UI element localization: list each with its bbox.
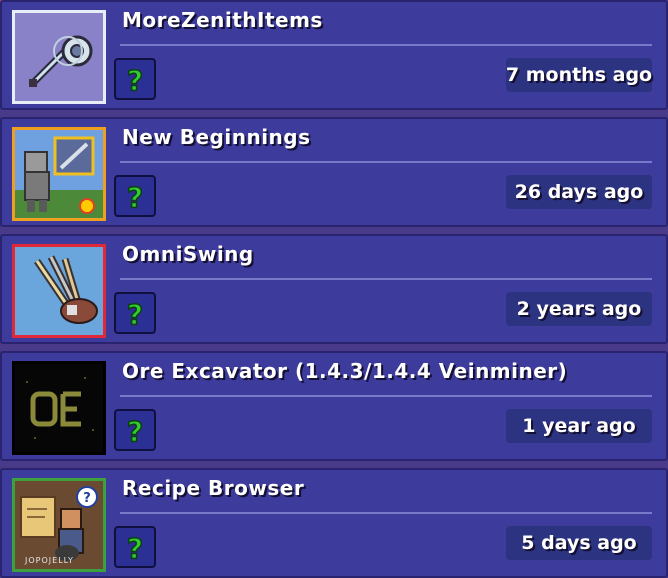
last-updated-label: 2 years ago	[506, 292, 652, 326]
question-mark-icon: ?	[126, 297, 144, 332]
mod-info-button[interactable]: ?	[114, 409, 156, 451]
recipe-guide-icon: ? JOPOJELLY	[12, 478, 106, 572]
mod-title: Recipe Browser	[122, 476, 305, 500]
last-updated-label: 7 months ago	[506, 58, 652, 92]
last-updated-label: 26 days ago	[506, 175, 652, 209]
zenith-sword-and-disc-icon	[12, 10, 106, 104]
armored-character-icon	[12, 127, 106, 221]
mod-info-button[interactable]: ?	[114, 58, 156, 100]
question-mark-icon: ?	[126, 414, 144, 449]
mod-row[interactable]: New Beginnings ? 26 days ago	[0, 117, 668, 227]
svg-text:?: ?	[127, 181, 143, 214]
mod-title: New Beginnings	[122, 125, 311, 149]
mod-title: MoreZenithItems	[122, 8, 323, 32]
last-updated-label: 5 days ago	[506, 526, 652, 560]
mod-title: OmniSwing	[122, 242, 254, 266]
oe-logo-icon	[12, 361, 106, 455]
mod-info-button[interactable]: ?	[114, 526, 156, 568]
divider	[120, 512, 652, 514]
svg-text:?: ?	[127, 64, 143, 97]
swords-icon	[12, 244, 106, 338]
mod-info-button[interactable]: ?	[114, 175, 156, 217]
svg-text:?: ?	[127, 415, 143, 448]
svg-text:?: ?	[127, 532, 143, 565]
divider	[120, 395, 652, 397]
question-mark-icon: ?	[126, 180, 144, 215]
divider	[120, 278, 652, 280]
svg-text:?: ?	[83, 491, 91, 506]
divider	[120, 161, 652, 163]
mod-title: Ore Excavator (1.4.3/1.4.4 Veinminer)	[122, 359, 568, 383]
mod-row[interactable]: ? JOPOJELLY Recipe Browser ? 5 days ago	[0, 468, 668, 578]
last-updated-label: 1 year ago	[506, 409, 652, 443]
mod-row[interactable]: MoreZenithItems ? 7 months ago	[0, 0, 668, 110]
mod-row[interactable]: Ore Excavator (1.4.3/1.4.4 Veinminer) ? …	[0, 351, 668, 461]
question-mark-icon: ?	[126, 63, 144, 98]
watermark: JOPOJELLY	[25, 556, 74, 565]
divider	[120, 44, 652, 46]
mod-info-button[interactable]: ?	[114, 292, 156, 334]
question-mark-icon: ?	[126, 531, 144, 566]
mod-row[interactable]: OmniSwing ? 2 years ago	[0, 234, 668, 344]
svg-text:?: ?	[127, 298, 143, 331]
